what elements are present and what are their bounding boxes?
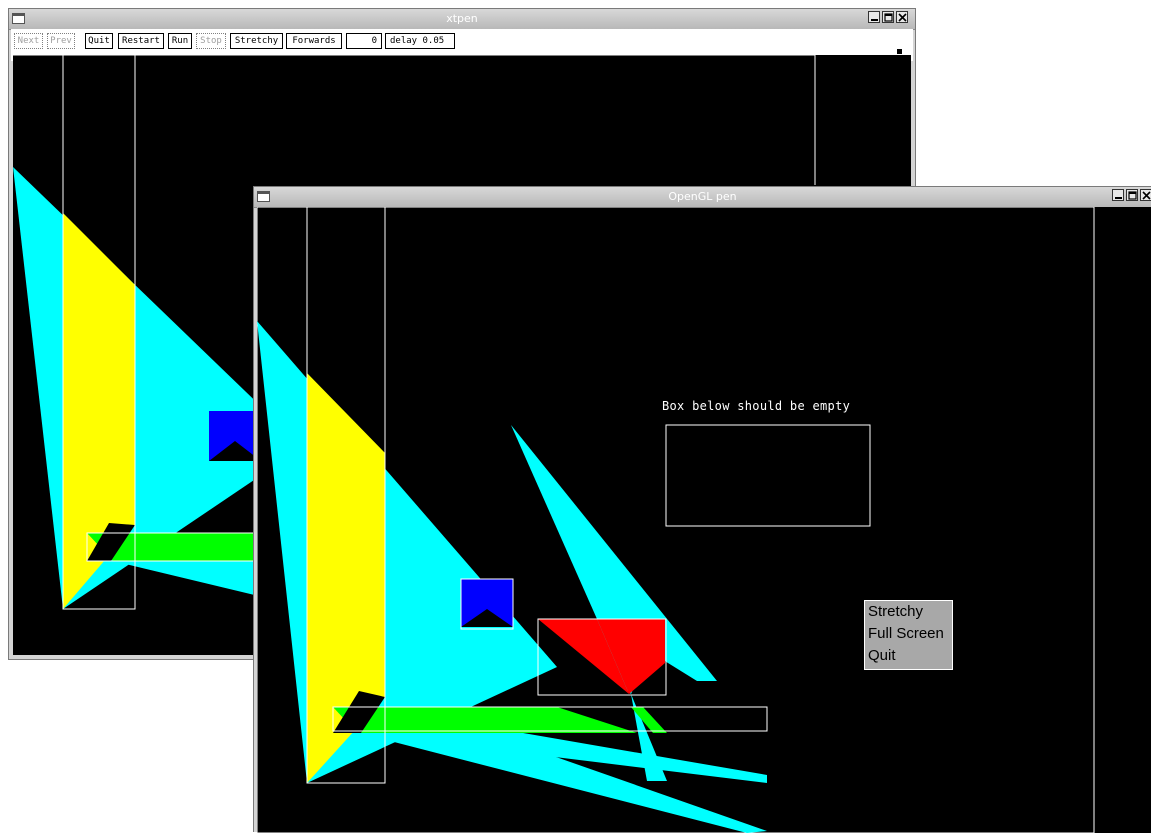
minimize-icon[interactable] bbox=[868, 11, 880, 23]
empty-box-caption: Box below should be empty bbox=[662, 399, 851, 413]
minimize-icon[interactable] bbox=[1112, 189, 1124, 201]
run-button[interactable]: Run bbox=[168, 33, 192, 49]
opengl-canvas[interactable] bbox=[257, 207, 1151, 833]
frame-number-field[interactable]: 0 bbox=[346, 33, 382, 49]
stop-button[interactable]: Stop bbox=[196, 33, 226, 49]
resize-marker bbox=[897, 49, 902, 54]
maximize-icon[interactable] bbox=[1126, 189, 1138, 201]
prev-button[interactable]: Prev bbox=[47, 33, 75, 49]
opengl-window: OpenGL pen bbox=[253, 186, 1151, 833]
close-icon[interactable] bbox=[1140, 189, 1151, 201]
quit-button[interactable]: Quit bbox=[85, 33, 113, 49]
window-title: xtpen bbox=[446, 12, 478, 25]
xtpen-titlebar[interactable]: xtpen bbox=[9, 9, 915, 30]
menu-item-quit[interactable]: Quit bbox=[868, 647, 896, 665]
menu-item-stretchy[interactable]: Stretchy bbox=[868, 603, 923, 621]
maximize-icon[interactable] bbox=[882, 11, 894, 23]
opengl-titlebar[interactable]: OpenGL pen bbox=[254, 187, 1151, 208]
window-title: OpenGL pen bbox=[668, 190, 737, 203]
context-menu: Stretchy Full Screen Quit bbox=[864, 600, 953, 670]
forwards-button[interactable]: Forwards bbox=[286, 33, 342, 49]
stretchy-button[interactable]: Stretchy bbox=[230, 33, 283, 49]
next-button[interactable]: Next bbox=[14, 33, 43, 49]
restart-button[interactable]: Restart bbox=[118, 33, 164, 49]
menu-item-full-screen[interactable]: Full Screen bbox=[868, 625, 944, 643]
green-band bbox=[333, 707, 637, 733]
delay-field[interactable]: delay 0.05 bbox=[385, 33, 455, 49]
empty-test-box bbox=[665, 424, 871, 527]
close-icon[interactable] bbox=[896, 11, 908, 23]
opengl-drawing bbox=[257, 207, 1095, 833]
